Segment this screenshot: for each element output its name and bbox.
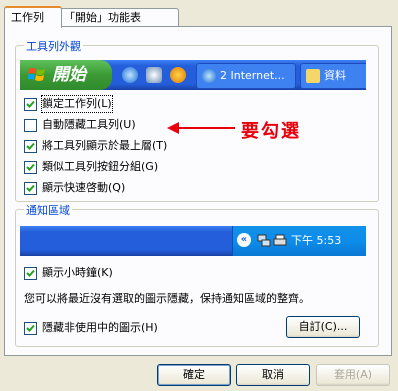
outlook-express-icon xyxy=(146,67,162,83)
printer-icon xyxy=(273,234,287,246)
notification-area-group: 通知區域 « 下午 5:53 顯示小時鐘(K) 您可以將最近沒有選取的圖示隱藏，… xyxy=(15,202,379,347)
checkmark-icon xyxy=(26,184,35,192)
checkmark-icon xyxy=(26,100,35,108)
cancel-button[interactable]: 取消 xyxy=(236,364,310,386)
ok-button[interactable]: 確定 xyxy=(157,364,231,386)
hide-inactive-label: 隱藏非使用中的圖示(H) xyxy=(42,321,158,334)
show-clock-label: 顯示小時鐘(K) xyxy=(42,266,113,279)
checkmark-icon xyxy=(26,142,35,150)
tab-start-menu[interactable]: 「開始」功能表 xyxy=(57,8,179,26)
notification-tray: « 下午 5:53 xyxy=(232,226,366,256)
group-title: 通知區域 xyxy=(24,202,72,218)
chevron-left-icon: « xyxy=(237,233,251,247)
start-label: 開始 xyxy=(52,65,86,85)
ie-icon xyxy=(202,69,216,83)
keep-on-top-checkbox[interactable] xyxy=(24,140,37,153)
checkmark-icon xyxy=(26,324,35,332)
task-item-folder: 資料 xyxy=(300,63,366,89)
checkmark-icon xyxy=(26,163,35,171)
checkmark-icon xyxy=(26,269,35,277)
media-player-icon xyxy=(170,67,186,83)
auto-hide-label: 自動隱藏工具列(U) xyxy=(42,118,136,131)
windows-flag-icon xyxy=(28,68,45,81)
tab-panel: 工具列外觀 開始 2 Internet... 資料 鎖定工作列(L) 自動隱藏工… xyxy=(4,26,392,356)
customize-button[interactable]: 自訂(C)... xyxy=(286,316,360,338)
folder-icon xyxy=(306,69,320,83)
ie-icon xyxy=(122,67,138,83)
show-clock-checkbox[interactable] xyxy=(24,267,37,280)
tab-taskbar[interactable]: 工作列 xyxy=(4,6,62,28)
group-buttons-label: 類似工具列按鈕分組(G) xyxy=(42,160,159,173)
apply-button: 套用(A) xyxy=(316,364,390,386)
notification-description: 您可以將最近沒有選取的圖示隱藏，保持通知區域的整齊。 xyxy=(24,292,310,305)
annotation-text: 要勾選 xyxy=(241,121,301,142)
auto-hide-checkbox[interactable] xyxy=(24,119,37,132)
quick-launch-label: 顯示快速啓動(Q) xyxy=(42,181,126,194)
red-arrow-icon xyxy=(167,122,235,134)
tray-preview: « 下午 5:53 xyxy=(20,226,366,256)
start-button-preview: 開始 xyxy=(20,60,112,90)
group-title: 工具列外觀 xyxy=(24,38,83,54)
hide-inactive-checkbox[interactable] xyxy=(24,322,37,335)
tray-clock: 下午 5:53 xyxy=(291,234,342,247)
task-item-internet: 2 Internet... xyxy=(196,63,296,89)
quick-launch-checkbox[interactable] xyxy=(24,182,37,195)
group-buttons-checkbox[interactable] xyxy=(24,161,37,174)
lock-taskbar-label: 鎖定工作列(L) xyxy=(41,95,113,113)
lock-taskbar-checkbox[interactable] xyxy=(24,98,37,111)
taskbar-preview: 開始 2 Internet... 資料 xyxy=(20,60,366,90)
network-icon xyxy=(257,234,271,247)
keep-on-top-label: 將工具列顯示於最上層(T) xyxy=(42,139,168,152)
